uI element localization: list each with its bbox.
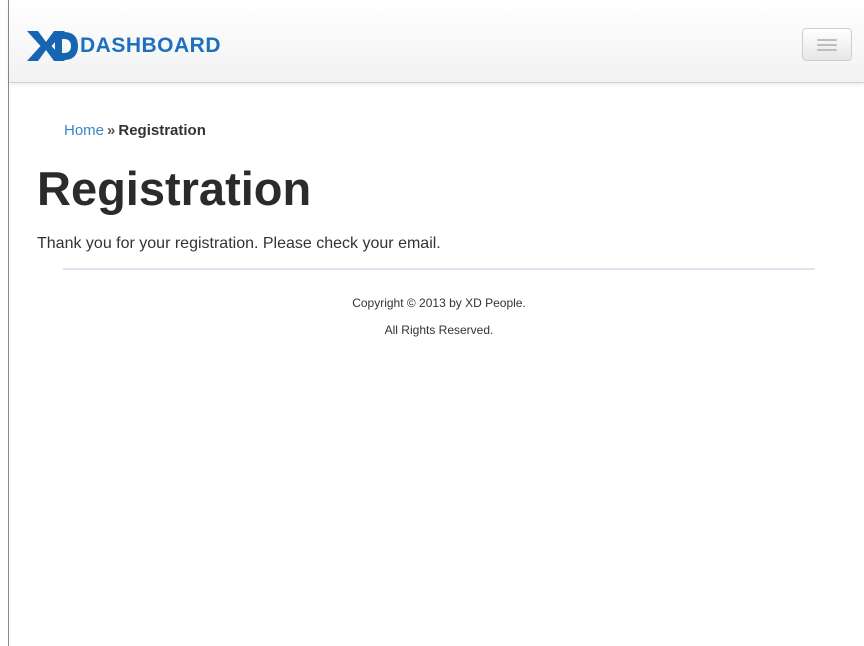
- top-navbar: XD DASHBOARD: [9, 0, 864, 83]
- breadcrumb-current: Registration: [118, 122, 206, 139]
- registration-confirmation-message: Thank you for your registration. Please …: [37, 235, 441, 252]
- menu-toggle-button[interactable]: [802, 28, 852, 61]
- breadcrumb: Home» Registration: [64, 122, 206, 140]
- hamburger-icon: [817, 48, 837, 51]
- content-divider: [63, 268, 815, 270]
- breadcrumb-home-link[interactable]: Home: [64, 122, 104, 139]
- page-footer: Copyright © 2013 by XD People. All Right…: [63, 290, 815, 344]
- brand-title: DASHBOARD: [80, 34, 221, 57]
- page-title: Registration: [37, 162, 312, 215]
- xd-logo-icon: XD: [27, 31, 78, 61]
- footer-copyright: Copyright © 2013 by XD People.: [352, 296, 526, 310]
- breadcrumb-separator: »: [107, 122, 116, 139]
- hamburger-icon: [817, 43, 837, 46]
- footer-rights: All Rights Reserved.: [384, 323, 494, 337]
- hamburger-icon: [817, 38, 837, 41]
- brand-logo-link[interactable]: XD DASHBOARD: [25, 30, 221, 62]
- page-left-border: [8, 0, 9, 646]
